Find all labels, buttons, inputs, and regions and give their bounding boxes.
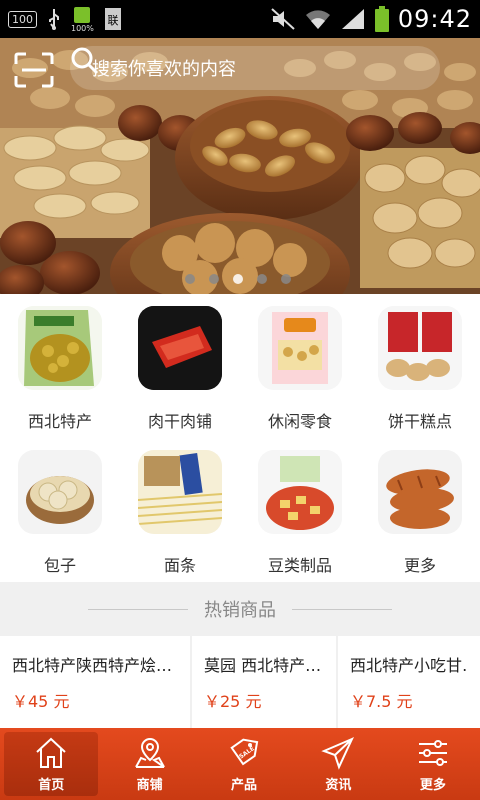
- carousel-dot[interactable]: [185, 274, 195, 284]
- category-item-more[interactable]: 更多: [360, 438, 480, 582]
- search-icon: [71, 47, 99, 75]
- tab-more[interactable]: 更多: [386, 728, 480, 800]
- product-card[interactable]: 西北特产陕西特产烩… ￥45 元: [0, 636, 190, 728]
- send-icon: [321, 736, 355, 770]
- product-card[interactable]: 莫园 西北特产… ￥25 元: [192, 636, 336, 728]
- noodles-image: [138, 450, 222, 534]
- product-name: 西北特产小吃甘…: [350, 656, 468, 675]
- tab-products[interactable]: SALE 产品: [197, 728, 291, 800]
- svg-text:SALE: SALE: [238, 745, 256, 760]
- tab-home[interactable]: 首页: [4, 732, 99, 796]
- carousel-dot[interactable]: [209, 274, 219, 284]
- category-label: 休闲零食: [267, 412, 332, 431]
- wifi-icon: [304, 7, 332, 31]
- search-bar[interactable]: 搜索你喜欢的内容: [70, 46, 440, 90]
- carousel-dot[interactable]: [257, 274, 267, 284]
- svg-text:联: 联: [107, 14, 118, 27]
- more-image: [378, 450, 462, 534]
- product-price: ￥7.5 元: [350, 692, 413, 711]
- tab-label: 更多: [419, 777, 446, 793]
- map-pin-icon: [134, 737, 165, 768]
- category-label: 西北特产: [27, 412, 92, 431]
- category-label: 包子: [43, 556, 76, 575]
- tab-label: 资讯: [325, 777, 352, 793]
- sale-tag-icon: SALE: [230, 738, 259, 765]
- search-input[interactable]: 搜索你喜欢的内容: [92, 55, 236, 81]
- tab-shops[interactable]: 商铺: [102, 728, 196, 800]
- usb-icon: [47, 8, 61, 30]
- category-item-noodles[interactable]: 面条: [120, 438, 240, 582]
- biscuits-image: [378, 306, 462, 390]
- category-item-bean-products[interactable]: 豆类制品: [240, 438, 360, 582]
- bean-products-image: [258, 450, 342, 534]
- hot-products-header: 热销商品: [0, 582, 480, 636]
- jerky-image: [138, 306, 222, 390]
- bottom-tab-bar: 首页 商铺 SALE 产品 资讯 更多: [0, 728, 480, 800]
- divider: [88, 608, 188, 610]
- tab-news[interactable]: 资讯: [291, 728, 385, 800]
- scan-icon: [14, 52, 54, 88]
- signal-icon: [340, 7, 366, 31]
- carousel-indicator: [185, 274, 291, 284]
- category-item-jerky[interactable]: 肉干肉铺: [120, 294, 240, 438]
- category-item-snacks[interactable]: 休闲零食: [240, 294, 360, 438]
- product-price: ￥25 元: [204, 692, 262, 711]
- divider: [292, 608, 392, 610]
- clock: 09:42: [397, 5, 472, 33]
- notification-box-icon: 100: [8, 10, 37, 28]
- sliders-icon: [418, 739, 447, 766]
- category-label: 更多: [403, 556, 436, 575]
- category-item-buns[interactable]: 包子: [0, 438, 120, 582]
- tab-label: 首页: [38, 777, 65, 793]
- battery-icon: [374, 6, 390, 32]
- category-grid: 西北特产 肉干肉铺 休闲零食 饼干糕点 包子 面条 豆类制品 更多: [0, 294, 480, 582]
- northwest-specialty-image: [18, 306, 102, 390]
- product-list: 西北特产陕西特产烩… ￥45 元 莫园 西北特产… ￥25 元 西北特产小吃甘……: [0, 636, 480, 728]
- product-card[interactable]: 西北特产小吃甘… ￥7.5 元: [338, 636, 480, 728]
- scan-button[interactable]: [14, 52, 54, 88]
- snacks-image: [258, 306, 342, 390]
- category-label: 豆类制品: [267, 556, 332, 575]
- promo-banner[interactable]: 搜索你喜欢的内容: [0, 38, 480, 294]
- document-icon: 联: [104, 7, 122, 31]
- mute-icon: [270, 7, 296, 31]
- buns-image: [18, 450, 102, 534]
- product-price: ￥45 元: [12, 692, 70, 711]
- tab-label: 商铺: [136, 777, 163, 793]
- category-label: 饼干糕点: [387, 412, 452, 431]
- section-title: 热销商品: [204, 600, 276, 621]
- status-bar: 100 100% 联 09:42: [0, 0, 480, 38]
- battery-small-icon: 100%: [71, 6, 94, 33]
- product-name: 莫园 西北特产…: [204, 656, 322, 675]
- category-label: 面条: [163, 556, 196, 575]
- category-item-biscuits[interactable]: 饼干糕点: [360, 294, 480, 438]
- category-item-northwest-specialty[interactable]: 西北特产: [0, 294, 120, 438]
- tab-label: 产品: [231, 777, 258, 793]
- product-name: 西北特产陕西特产烩…: [12, 656, 173, 675]
- category-label: 肉干肉铺: [147, 412, 212, 431]
- home-icon: [36, 737, 66, 768]
- carousel-dot-active[interactable]: [233, 274, 243, 284]
- carousel-dot[interactable]: [281, 274, 291, 284]
